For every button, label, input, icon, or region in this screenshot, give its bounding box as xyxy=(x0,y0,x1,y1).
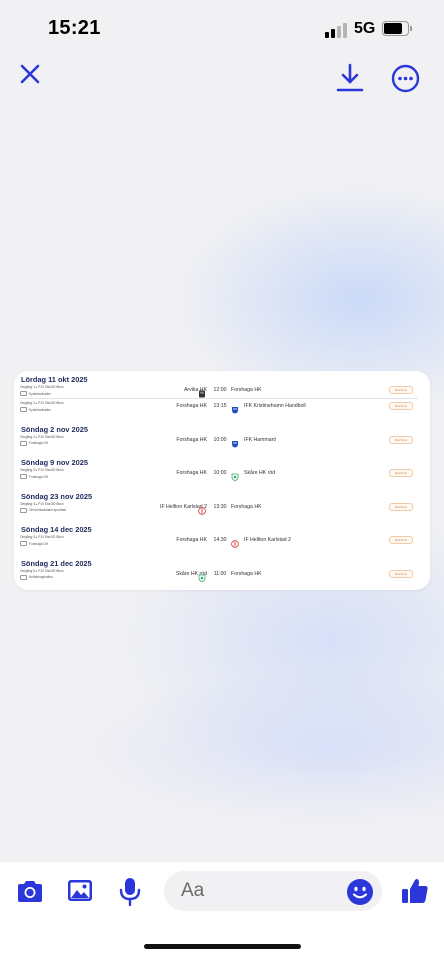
home-team: Forshaga HK xyxy=(176,537,207,543)
status-time: 15:21 xyxy=(48,17,101,39)
away-team: IFK Hammarö xyxy=(244,436,277,443)
match-round: Omgång 2 ▸ P10 Stat 5D Bkun xyxy=(20,434,64,439)
camera-icon xyxy=(18,881,42,902)
away-team: Skåre HK röd xyxy=(244,470,276,476)
more-options-icon xyxy=(391,64,420,93)
close-button[interactable] xyxy=(16,60,44,88)
day-heading: Söndag 2 nov 2025 xyxy=(21,424,88,434)
day-heading: Lördag 11 okt 2025 xyxy=(21,375,88,384)
match-round: Omgång 2 ▸ P10 Stat 5D Bkun xyxy=(20,401,64,405)
venue-icon xyxy=(20,440,27,446)
match-info-badge[interactable]: Matchinfo xyxy=(389,386,413,394)
match-venue: Forshaga GH xyxy=(20,541,48,546)
match-schedule-image[interactable]: Lördag 11 okt 2025 Omgång 1 ▸ P10 Stat 5D… xyxy=(14,371,430,590)
day-heading: Söndag 9 nov 2025 xyxy=(21,458,88,467)
match-row: Omgång 4 ▸ P10 Stat 5D Bkun Orrholmsskola… xyxy=(14,502,430,524)
match-round: Omgång 5 ▸ P10 Stat 5D Bkun xyxy=(20,535,64,539)
venue-icon xyxy=(20,407,27,412)
cellular-signal-icon xyxy=(325,22,349,38)
venue-icon xyxy=(20,474,27,479)
home-team: Forshaga HK xyxy=(176,436,207,443)
more-options-button[interactable] xyxy=(391,64,420,93)
venue-icon xyxy=(20,507,27,513)
venue-icon xyxy=(20,541,27,546)
day-heading: Söndag 23 nov 2025 xyxy=(21,491,93,501)
away-team: IF Hellton Karlstad 2 xyxy=(244,537,291,543)
row-divider xyxy=(20,398,418,399)
venue-name: Kyrkebanhallen xyxy=(29,407,51,412)
match-round: Omgång 3 ▸ P10 Stat 5D Bkun xyxy=(20,468,64,472)
match-info-badge[interactable]: Matchinfo xyxy=(389,469,413,477)
match-venue: Orrholmsskolans sporthall xyxy=(20,507,66,513)
like-button[interactable] xyxy=(400,876,430,906)
match-venue: Forshaga GH xyxy=(20,474,48,479)
match-row: Omgång 2 ▸ P10 Stat 5D Bkun Forshaga GH Fo… xyxy=(14,435,430,457)
ifk-logo xyxy=(231,401,239,414)
venue-name: Forshaga GH xyxy=(29,441,49,445)
download-button[interactable] xyxy=(334,62,366,94)
match-info-badge[interactable]: Matchinfo xyxy=(389,502,413,511)
venue-name: Hultsbergshallen xyxy=(29,575,53,579)
network-type: 5G xyxy=(354,20,376,37)
home-team: Forshaga HK xyxy=(176,470,207,476)
emoji-icon xyxy=(347,879,373,905)
photo-icon xyxy=(68,880,92,901)
status-bar: 15:21 5G xyxy=(0,0,444,56)
venue-name: Forshaga GH xyxy=(29,541,49,546)
hellton-logo xyxy=(231,535,239,548)
day-heading: Söndag 21 dec 2025 xyxy=(21,558,92,568)
message-input-placeholder: Aa xyxy=(181,880,205,901)
emoji-button[interactable] xyxy=(346,878,374,906)
away-team: Forshaga HK xyxy=(231,503,262,510)
close-icon xyxy=(20,64,40,84)
ifk-logo xyxy=(231,435,239,447)
match-info-badge[interactable]: Matchinfo xyxy=(389,435,413,444)
match-info-badge[interactable]: Matchinfo xyxy=(389,536,413,544)
battery-icon xyxy=(382,21,412,36)
match-row: Omgång 6 ▸ P10 Stat 5D Bkun Hultsbergshal… xyxy=(14,569,430,591)
thumbs-up-icon xyxy=(402,879,428,903)
match-round: Omgång 4 ▸ P10 Stat 5D Bkun xyxy=(20,501,64,506)
match-info-badge[interactable]: Matchinfo xyxy=(389,402,413,410)
match-row: Omgång 2 ▸ P10 Stat 5D Bkun Kyrkebanhalle… xyxy=(14,401,430,423)
day-heading: Söndag 14 dec 2025 xyxy=(21,525,92,534)
home-team: Forshaga HK xyxy=(176,403,207,409)
home-indicator xyxy=(144,944,301,949)
venue-icon xyxy=(20,391,27,396)
match-venue: Kyrkebanhallen xyxy=(20,407,51,412)
match-venue: Forshaga GH xyxy=(20,440,49,446)
microphone-button[interactable] xyxy=(117,876,143,908)
away-team: Forshaga HK xyxy=(231,570,262,577)
match-row: Omgång 5 ▸ P10 Stat 5D Bkun Forshaga GH Fo… xyxy=(14,535,430,557)
match-row: Omgång 3 ▸ P10 Stat 5D Bkun Forshaga GH Fo… xyxy=(14,468,430,490)
venue-name: Orrholmsskolans sporthall xyxy=(29,508,66,512)
camera-button[interactable] xyxy=(15,877,45,907)
match-round: Omgång 1 ▸ P10 Stat 5D Bkun xyxy=(20,385,64,389)
photo-button[interactable] xyxy=(66,877,94,905)
match-venue: Hultsbergshallen xyxy=(20,574,53,580)
microphone-icon xyxy=(119,878,141,907)
away-team: IFK Kristinehamn Handboll xyxy=(244,403,306,409)
match-info-badge[interactable]: Matchinfo xyxy=(389,569,413,578)
match-venue: Kyrkebanhallen xyxy=(20,391,51,396)
venue-icon xyxy=(20,574,27,580)
venue-name: Forshaga GH xyxy=(29,474,49,479)
skare-logo xyxy=(231,468,239,481)
download-icon xyxy=(336,63,364,92)
away-team: Forshaga HK xyxy=(231,387,262,393)
venue-name: Kyrkebanhallen xyxy=(29,391,51,396)
match-round: Omgång 6 ▸ P10 Stat 5D Bkun xyxy=(20,568,64,573)
